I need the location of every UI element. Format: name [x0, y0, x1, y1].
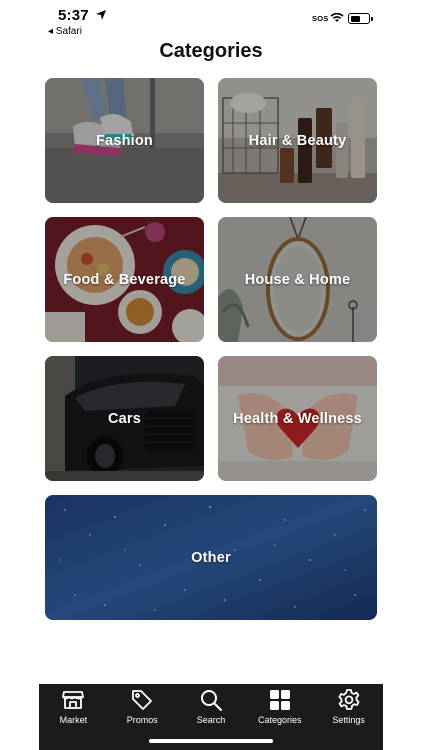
status-bar: 5:37 ◂ Safari SOS — [0, 0, 422, 40]
grid-icon — [269, 690, 290, 710]
category-label: Cars — [107, 410, 142, 427]
category-label: House & Home — [244, 271, 351, 288]
tab-market[interactable]: Market — [39, 684, 108, 730]
category-label: Food & Beverage — [63, 271, 186, 288]
search-icon — [200, 690, 222, 711]
category-tile-other[interactable]: Other — [45, 495, 377, 620]
category-label: Other — [191, 549, 231, 566]
page-title: Categories — [159, 40, 263, 62]
category-label: Health & Wellness — [233, 410, 362, 427]
gear-icon — [338, 689, 360, 710]
tab-search[interactable]: Search — [177, 684, 246, 730]
tab-label: Market — [59, 715, 88, 725]
back-to-safari-link[interactable]: ◂ Safari — [48, 26, 82, 37]
category-tile-hair-beauty[interactable]: Hair & Beauty — [218, 78, 377, 203]
home-indicator[interactable] — [149, 739, 273, 743]
tab-categories[interactable]: Categories — [245, 684, 314, 730]
tab-label: Settings — [332, 715, 365, 725]
battery-icon — [348, 13, 373, 24]
location-arrow-icon — [96, 10, 106, 20]
category-tile-health-wellness[interactable]: Health & Wellness — [218, 356, 377, 481]
tab-promos[interactable]: Promos — [108, 684, 177, 730]
tab-label: Promos — [126, 715, 158, 725]
battery-level — [350, 15, 361, 22]
tag-icon — [132, 690, 153, 710]
wifi-icon — [330, 12, 344, 22]
category-tile-fashion[interactable]: Fashion — [45, 78, 204, 203]
category-tile-food-beverage[interactable]: Food & Beverage — [45, 217, 204, 342]
tab-settings[interactable]: Settings — [314, 684, 383, 730]
tab-label: Search — [196, 715, 226, 725]
sos-indicator: SOS — [312, 14, 329, 23]
category-label: Hair & Beauty — [248, 132, 347, 149]
category-tile-house-home[interactable]: House & Home — [218, 217, 377, 342]
tab-label: Categories — [258, 715, 302, 725]
category-label: Fashion — [96, 132, 153, 149]
category-tile-cars[interactable]: Cars — [45, 356, 204, 481]
categories-screen: 5:37 ◂ Safari SOS Categories Fashion Hai… — [0, 0, 422, 750]
storefront-icon — [62, 691, 85, 709]
status-time: 5:37 — [58, 7, 89, 24]
